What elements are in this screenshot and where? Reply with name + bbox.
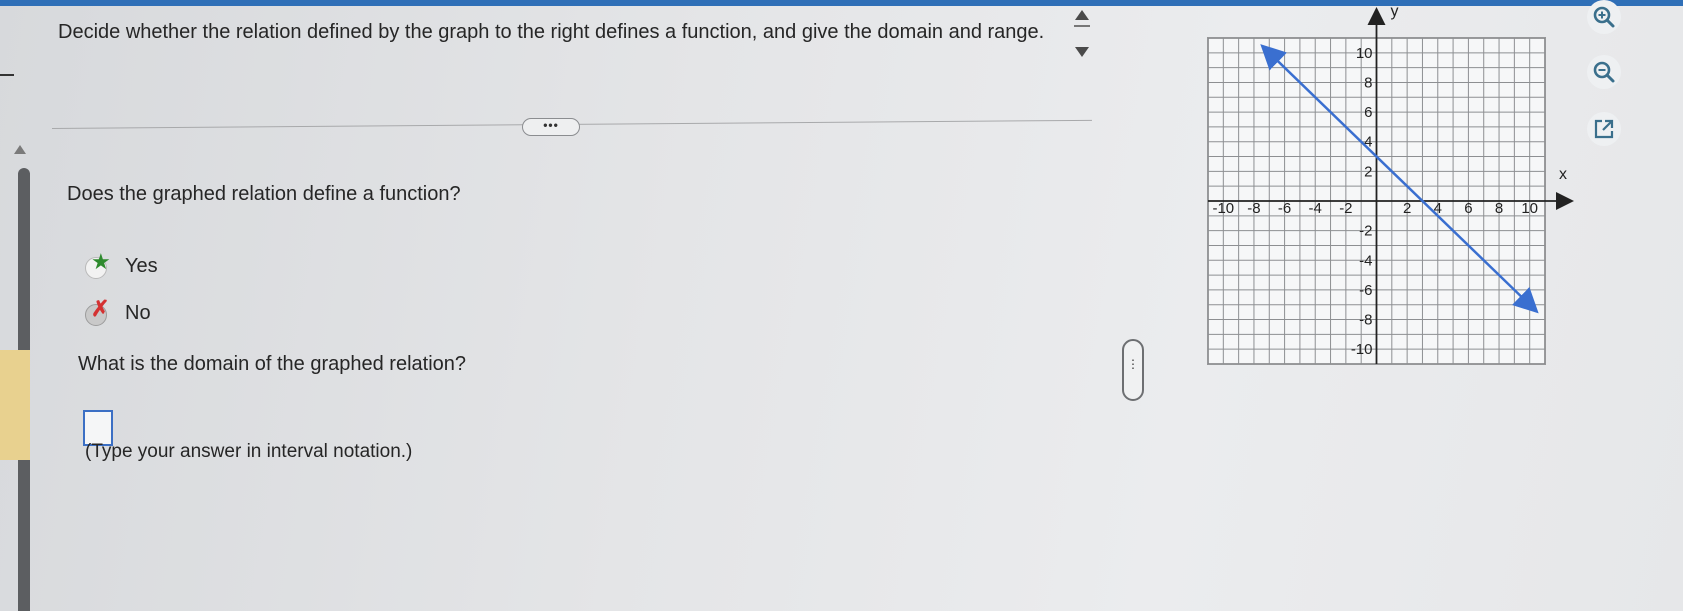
x-tick-label: -8 — [1247, 200, 1260, 217]
previous-arrow-icon[interactable] — [1075, 10, 1089, 20]
domain-question: What is the domain of the graphed relati… — [78, 353, 467, 375]
x-tick-label: -2 — [1339, 200, 1352, 217]
y-tick-label: 10 — [1356, 45, 1373, 62]
scroll-up-arrow-icon[interactable] — [14, 145, 26, 154]
function-question: Does the graphed relation define a funct… — [67, 183, 461, 205]
option-yes-label: Yes — [125, 255, 158, 277]
y-tick-label: -4 — [1359, 252, 1372, 269]
popout-icon — [1594, 119, 1614, 139]
y-tick-label: -6 — [1359, 282, 1372, 299]
y-tick-label: -2 — [1359, 223, 1372, 240]
x-tick-label: 10 — [1521, 200, 1538, 217]
x-tick-label: -4 — [1309, 200, 1322, 217]
zoom-in-button[interactable] — [1587, 0, 1621, 34]
left-edge-tick — [0, 74, 14, 76]
zoom-out-icon — [1593, 61, 1615, 83]
x-tick-label: 6 — [1464, 200, 1472, 217]
popout-button[interactable] — [1587, 112, 1621, 146]
coordinate-graph: xy -10 -8 -6 -4 -2 2 4 6 8 10108642-2-4-6-8-10 — [1207, 3, 1574, 365]
y-tick-label: 8 — [1364, 74, 1372, 91]
x-tick-label: 2 — [1403, 200, 1411, 217]
expand-more-button[interactable]: ••• — [522, 118, 580, 136]
incorrect-x-icon: ✗ — [91, 296, 110, 321]
answer-hint: (Type your answer in interval notation.) — [85, 441, 413, 462]
y-tick-label: 6 — [1364, 104, 1372, 121]
question-prompt: Decide whether the relation defined by t… — [58, 21, 1045, 43]
x-tick-label: -6 — [1278, 200, 1291, 217]
x-axis-label: x — [1559, 166, 1567, 183]
zoom-in-icon — [1593, 6, 1615, 28]
next-arrow-icon[interactable] — [1075, 47, 1089, 57]
option-no-label: No — [125, 302, 151, 324]
correct-star-icon: ★ — [91, 249, 111, 274]
nav-separator — [1074, 25, 1090, 27]
y-axis-label: y — [1391, 3, 1399, 20]
y-tick-label: -8 — [1359, 312, 1372, 329]
x-tick-label: 8 — [1495, 200, 1503, 217]
panel-resize-handle[interactable]: ⋮ — [1122, 339, 1144, 401]
side-tab[interactable] — [0, 350, 30, 460]
y-tick-label: -10 — [1351, 341, 1373, 358]
y-tick-label: 2 — [1364, 163, 1372, 180]
zoom-out-button[interactable] — [1587, 55, 1621, 89]
x-tick-label: -10 — [1212, 200, 1234, 217]
